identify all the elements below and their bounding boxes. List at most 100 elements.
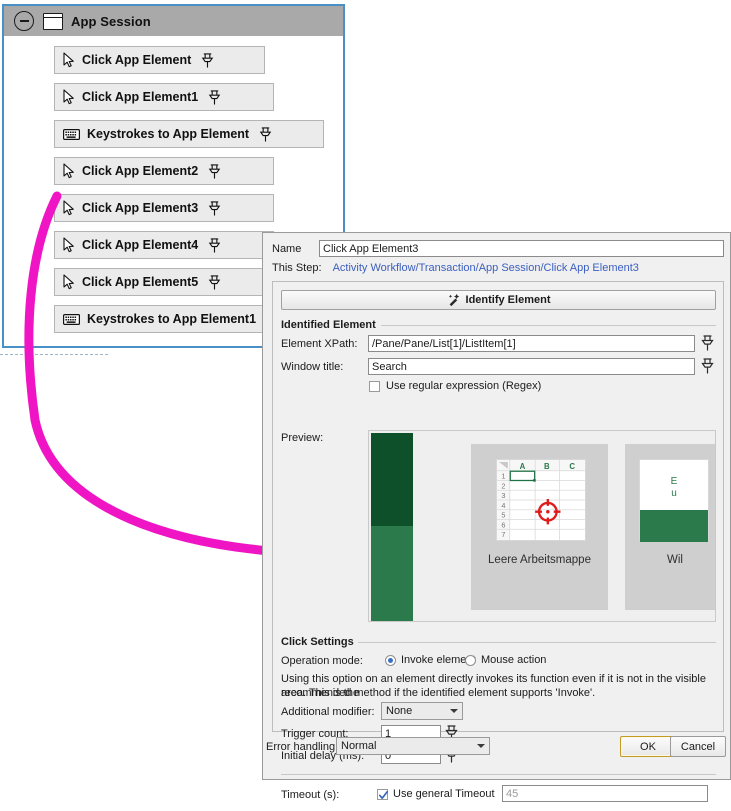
element-xpath-input[interactable] bbox=[368, 335, 695, 352]
pin-icon-window-title[interactable] bbox=[701, 358, 714, 374]
additional-modifier-value: None bbox=[386, 705, 413, 717]
this-step-row: This Step: Activity Workflow/Transaction… bbox=[272, 262, 639, 274]
svg-text:1: 1 bbox=[501, 472, 505, 481]
pin-icon[interactable] bbox=[208, 237, 221, 253]
svg-text:6: 6 bbox=[501, 520, 505, 529]
workflow-step-2[interactable]: Keystrokes to App Element bbox=[54, 120, 324, 148]
timeout-label: Timeout (s): bbox=[281, 789, 340, 801]
element-preview: A B C 123 456 7 Leere Arbeitsmappe E u Wil bbox=[368, 430, 716, 622]
check-icon bbox=[379, 791, 388, 799]
app-session-title: App Session bbox=[71, 13, 151, 29]
keyboard-icon bbox=[63, 313, 80, 325]
template-line-2: u bbox=[671, 488, 677, 499]
spreadsheet-thumbnail: A B C 123 456 7 bbox=[496, 459, 586, 541]
pin-icon[interactable] bbox=[208, 274, 221, 290]
use-general-timeout-label: Use general Timeout bbox=[393, 788, 495, 800]
identify-element-button[interactable]: Identify Element bbox=[281, 290, 716, 310]
cursor-icon bbox=[63, 163, 74, 179]
preview-tile-template[interactable]: E u Wil bbox=[625, 444, 715, 610]
use-general-timeout-checkbox[interactable] bbox=[377, 789, 388, 800]
operation-mode-label: Operation mode: bbox=[281, 655, 363, 667]
additional-modifier-label: Additional modifier: bbox=[281, 706, 375, 718]
minus-circle-icon[interactable] bbox=[14, 11, 34, 31]
preview-sidebar-light bbox=[371, 526, 413, 621]
workflow-step-label: Click App Element2 bbox=[82, 164, 199, 178]
svg-text:A: A bbox=[520, 462, 526, 471]
workflow-step-3[interactable]: Click App Element2 bbox=[54, 157, 274, 185]
svg-text:2: 2 bbox=[501, 481, 505, 490]
chevron-down-icon-error-handling bbox=[477, 744, 485, 748]
app-session-header[interactable]: App Session bbox=[4, 6, 343, 36]
pin-icon[interactable] bbox=[259, 126, 272, 142]
workflow-step-label: Click App Element4 bbox=[82, 238, 199, 252]
identified-element-group-rule bbox=[381, 325, 716, 326]
preview-tile1-caption: Leere Arbeitsmappe bbox=[488, 554, 591, 566]
workflow-step-1[interactable]: Click App Element1 bbox=[54, 83, 274, 111]
keyboard-icon bbox=[63, 128, 80, 140]
template-green-band bbox=[640, 510, 708, 542]
workflow-step-5[interactable]: Click App Element4 bbox=[54, 231, 274, 259]
workflow-step-6[interactable]: Click App Element5 bbox=[54, 268, 274, 296]
workflow-step-label: Click App Element bbox=[82, 53, 192, 67]
identified-element-group-title: Identified Element bbox=[281, 319, 381, 331]
pin-icon[interactable] bbox=[208, 200, 221, 216]
regex-checkbox-label: Use regular expression (Regex) bbox=[386, 380, 542, 392]
error-handling-label: Error handling: bbox=[266, 741, 339, 753]
template-line-1: E bbox=[670, 476, 678, 487]
error-handling-combo[interactable]: Normal bbox=[336, 737, 490, 755]
spreadsheet-grid: A B C 123 456 7 bbox=[497, 460, 585, 540]
workflow-step-label: Click App Element3 bbox=[82, 201, 199, 215]
svg-text:3: 3 bbox=[501, 491, 505, 500]
cursor-icon bbox=[63, 52, 74, 68]
ok-button-label: OK bbox=[640, 740, 656, 753]
svg-text:7: 7 bbox=[501, 530, 505, 539]
cursor-icon bbox=[63, 89, 74, 105]
pin-icon[interactable] bbox=[208, 163, 221, 179]
svg-text:B: B bbox=[544, 462, 550, 471]
workflow-step-label: Click App Element1 bbox=[82, 90, 199, 104]
preview-label: Preview: bbox=[281, 432, 324, 444]
magic-wand-icon bbox=[448, 293, 459, 307]
this-step-path-link[interactable]: Activity Workflow/Transaction/App Sessio… bbox=[333, 262, 639, 274]
click-app-element-dialog: Name This Step: Activity Workflow/Transa… bbox=[262, 232, 731, 802]
click-settings-group-rule bbox=[358, 642, 716, 643]
workflow-step-4[interactable]: Click App Element3 bbox=[54, 194, 274, 222]
radio-invoke-element[interactable] bbox=[385, 655, 396, 666]
pin-icon-xpath[interactable] bbox=[701, 335, 714, 351]
window-title-input[interactable] bbox=[368, 358, 695, 375]
preview-tile-blank-workbook[interactable]: A B C 123 456 7 Leere Arbeitsmappe bbox=[471, 444, 608, 610]
preview-sidebar-dark bbox=[371, 433, 413, 526]
timeout-value-input[interactable] bbox=[502, 785, 708, 802]
svg-text:5: 5 bbox=[501, 511, 505, 520]
svg-text:C: C bbox=[569, 462, 575, 471]
regex-checkbox[interactable] bbox=[369, 381, 380, 392]
name-input[interactable] bbox=[319, 240, 724, 257]
operation-mode-help-line2: recommended method if the identified ele… bbox=[281, 687, 596, 699]
window-title-label: Window title: bbox=[281, 361, 344, 373]
cursor-icon bbox=[63, 200, 74, 216]
workflow-step-0[interactable]: Click App Element bbox=[54, 46, 265, 74]
cursor-icon bbox=[63, 237, 74, 253]
screen-root: App Session Click App Element Click App E… bbox=[0, 0, 731, 811]
workflow-step-label: Keystrokes to App Element1 bbox=[87, 312, 257, 326]
error-handling-value: Normal bbox=[341, 740, 377, 752]
window-icon bbox=[43, 12, 63, 30]
timeout-separator bbox=[281, 774, 716, 775]
workflow-step-label: Click App Element5 bbox=[82, 275, 199, 289]
name-row: Name bbox=[272, 240, 724, 258]
radio-mouse-action[interactable] bbox=[465, 655, 476, 666]
preview-tile2-caption: Wil bbox=[667, 554, 683, 566]
svg-text:4: 4 bbox=[501, 501, 505, 510]
workflow-step-label: Keystrokes to App Element bbox=[87, 127, 250, 141]
panel-dashed-divider bbox=[0, 354, 108, 355]
cancel-button-label: Cancel bbox=[680, 740, 716, 753]
cancel-button[interactable]: Cancel bbox=[670, 736, 726, 757]
radio-mouse-action-label: Mouse action bbox=[481, 654, 547, 666]
pin-icon[interactable] bbox=[201, 52, 214, 68]
pin-icon[interactable] bbox=[208, 89, 221, 105]
template-thumbnail: E u bbox=[639, 459, 709, 542]
chevron-down-icon-modifier bbox=[450, 709, 458, 713]
identify-element-label: Identify Element bbox=[465, 294, 551, 306]
ok-button[interactable]: OK bbox=[620, 736, 676, 757]
additional-modifier-combo[interactable]: None bbox=[381, 702, 463, 720]
